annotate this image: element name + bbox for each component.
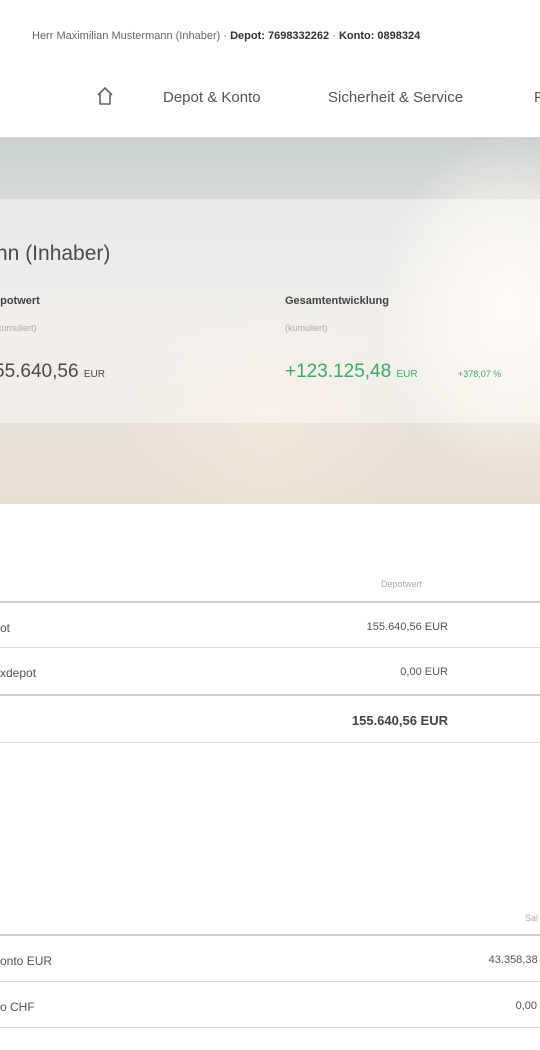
table-row[interactable]: o CHF 0,00 C [0, 981, 540, 1028]
account-info-bar: Herr Maximilian Mustermann (Inhaber) · D… [0, 22, 540, 50]
gesamtentwicklung-label: Gesamtentwicklung [285, 295, 389, 307]
table-divider [0, 742, 540, 744]
gesamtentwicklung-sublabel: (kumuliert) [285, 323, 328, 333]
owner-name-heading: nn (Inhaber) [0, 242, 111, 265]
depot-value: 0,00 EUR [400, 666, 448, 678]
nav-item-depot-konto[interactable]: Depot & Konto [163, 89, 261, 106]
depotwert-currency: EUR [83, 369, 105, 380]
main-navigation: Depot & Konto Sicherheit & Service P [0, 78, 540, 118]
account-holder-name: Herr Maximilian Mustermann (Inhaber) [32, 30, 221, 42]
separator-dot: · [332, 30, 336, 42]
nav-item-more[interactable]: P [534, 89, 540, 106]
depot-total-value: 155.640,56 EUR [351, 713, 448, 728]
depotwert-sublabel: (kumuliert) [0, 323, 37, 333]
depotwert-label: epotwert [0, 295, 40, 307]
gesamtentwicklung-currency: EUR [396, 369, 418, 380]
saldo-column-header: Sal [525, 913, 539, 923]
depot-value: 155.640,56 EUR [366, 621, 448, 633]
overview-banner: nn (Inhaber) epotwert (kumuliert) 55.640… [0, 137, 540, 504]
konto-number: Konto: 0898324 [338, 30, 421, 42]
depotwert-column-header: Depotwert [381, 579, 423, 589]
separator-dot: · [223, 30, 228, 42]
table-row[interactable]: ot 155.640,56 EUR [0, 601, 540, 649]
depot-name[interactable]: ot [0, 621, 10, 635]
konto-name[interactable]: o CHF [0, 1000, 35, 1014]
konto-name[interactable]: onto EUR [0, 954, 52, 968]
table-divider [0, 1027, 540, 1029]
table-total-row: 155.640,56 EUR [0, 694, 540, 744]
table-row[interactable]: xdepot 0,00 EUR [0, 647, 540, 695]
konto-balance: 0,00 C [515, 1000, 540, 1012]
gesamtentwicklung-percent: +378,07 % [458, 369, 502, 379]
nav-item-sicherheit-service[interactable]: Sicherheit & Service [328, 89, 463, 106]
gesamtentwicklung-value: +123.125,48 EUR [285, 361, 418, 383]
depot-name[interactable]: xdepot [0, 666, 36, 680]
table-row[interactable]: onto EUR 43.358,38 E [0, 934, 540, 983]
konto-balance: 43.358,38 E [488, 954, 540, 966]
depotwert-amount: 55.640,56 [0, 361, 79, 382]
summary-panel [0, 199, 540, 423]
depotwert-value: 55.640,56 EUR [0, 361, 105, 383]
gesamtentwicklung-amount: +123.125,48 [285, 361, 392, 382]
depot-number: Depot: 7698332262 [230, 30, 330, 42]
home-icon[interactable] [95, 86, 115, 106]
